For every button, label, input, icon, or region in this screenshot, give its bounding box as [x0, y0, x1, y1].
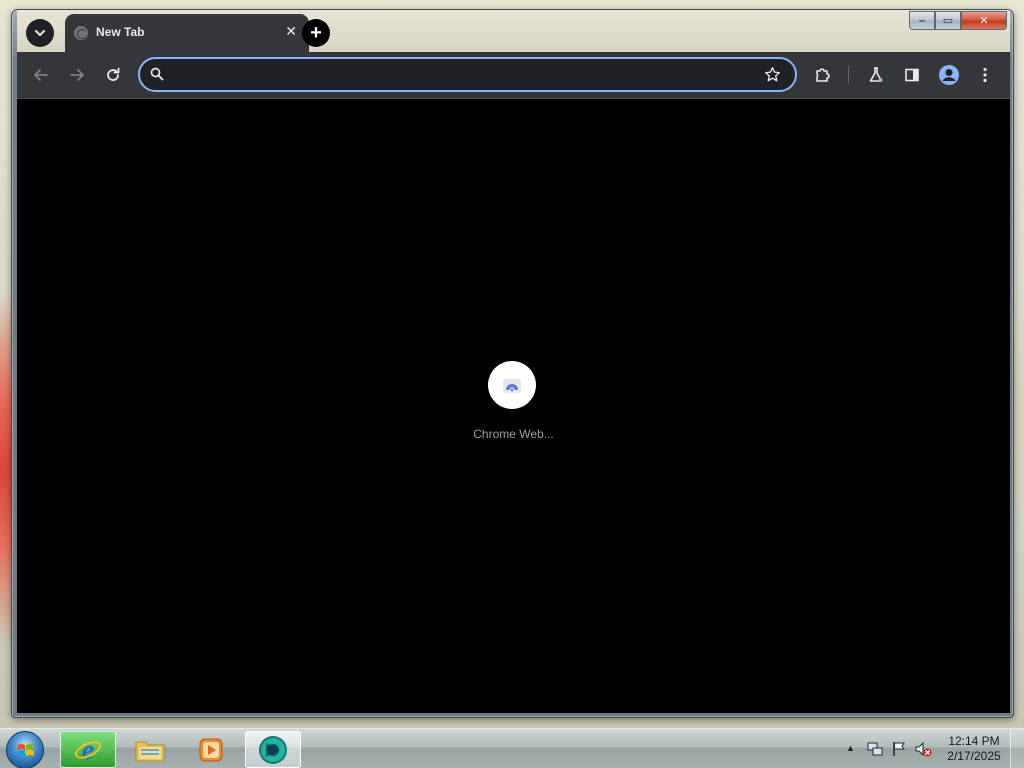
chevron-down-icon: [35, 30, 45, 36]
start-button[interactable]: [6, 731, 44, 768]
maximize-button[interactable]: ▭: [935, 11, 961, 30]
taskbar-internet-explorer[interactable]: e: [60, 731, 116, 768]
volume-muted-icon[interactable]: [914, 740, 932, 758]
new-tab-button[interactable]: +: [302, 19, 330, 47]
labs-button[interactable]: [867, 66, 885, 84]
taskbar-windows-media-player[interactable]: [183, 731, 239, 768]
chrome-web-store-icon: [503, 379, 521, 393]
action-center-flag-icon[interactable]: [890, 740, 908, 758]
back-button[interactable]: [32, 66, 50, 84]
profile-button[interactable]: [938, 64, 960, 86]
loading-label: Chrome Web...: [473, 427, 554, 441]
menu-button[interactable]: [976, 66, 994, 84]
avatar-icon: [939, 65, 959, 85]
window-controls: – ▭ ✕: [909, 11, 1007, 30]
toolbar-divider: [848, 66, 849, 84]
flask-icon: [869, 67, 883, 82]
chrome-icon: [259, 735, 287, 764]
reload-icon: [107, 67, 120, 81]
browser-window: New Tab ✕ + – ▭ ✕ Chrome Web...: [11, 9, 1014, 718]
show-hidden-icons-button[interactable]: ▲: [846, 743, 855, 753]
puzzle-icon: [816, 68, 830, 82]
tab-search-button[interactable]: [26, 19, 54, 47]
loading-spinner: [488, 361, 536, 409]
windows-logo-icon: [18, 744, 34, 756]
taskbar-windows-explorer[interactable]: [122, 731, 178, 768]
show-desktop-button[interactable]: [1010, 729, 1024, 768]
taskbar: e ▲ 12:14 PM 2/17/2025: [0, 728, 1024, 768]
arrow-left-icon: [34, 69, 48, 81]
close-window-button[interactable]: ✕: [961, 11, 1007, 30]
star-icon[interactable]: [764, 66, 781, 83]
search-icon: [150, 67, 164, 81]
folder-icon: [135, 741, 165, 761]
extensions-button[interactable]: [814, 66, 832, 84]
internet-explorer-icon: e: [74, 735, 102, 765]
tab-close-button[interactable]: ✕: [285, 24, 297, 38]
forward-button[interactable]: [68, 66, 86, 84]
tab-new-tab[interactable]: New Tab ✕: [65, 14, 309, 52]
clock-date: 2/17/2025: [947, 749, 1001, 763]
tab-title: New Tab: [96, 25, 145, 39]
kebab-menu-icon: [983, 67, 987, 83]
globe-icon: [74, 26, 88, 40]
reload-button[interactable]: [104, 66, 122, 84]
clock-time: 12:14 PM: [948, 734, 1000, 748]
media-player-icon: [199, 738, 223, 761]
system-clock[interactable]: 12:14 PM 2/17/2025: [941, 734, 1007, 764]
minimize-button[interactable]: –: [909, 11, 935, 30]
tab-strip: New Tab ✕ +: [17, 10, 1010, 52]
svg-text:e: e: [82, 735, 94, 765]
page-content: Chrome Web...: [17, 98, 1010, 713]
address-bar[interactable]: [138, 57, 797, 92]
browser-toolbar: [17, 52, 1010, 98]
side-panel-icon: [905, 68, 919, 82]
side-panel-button[interactable]: [903, 66, 921, 84]
taskbar-google-chrome[interactable]: [245, 731, 301, 768]
address-input[interactable]: [172, 63, 752, 86]
arrow-right-icon: [70, 69, 84, 81]
network-icon[interactable]: [866, 740, 884, 758]
